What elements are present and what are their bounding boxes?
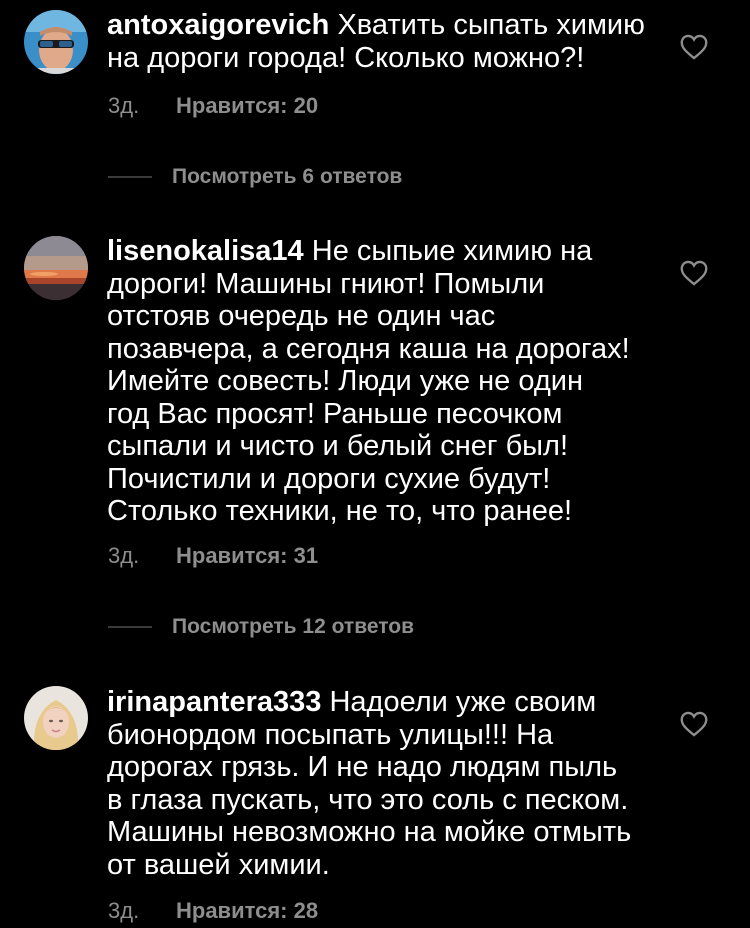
comment-time: 3д.	[108, 543, 140, 568]
comment-body: Не сыпьие химию на дороги! Машины гниют!…	[107, 235, 630, 527]
heart-outline-icon	[680, 34, 708, 60]
user-avatar-sunset-icon	[24, 236, 88, 300]
comment-username[interactable]: antoxaigorevich	[107, 9, 329, 41]
comment-time: 3д.	[108, 898, 140, 923]
user-avatar-portrait-icon	[24, 686, 88, 750]
view-replies-button[interactable]: Посмотреть 6 ответов	[108, 165, 402, 189]
view-replies-label: Посмотреть 12 ответов	[172, 615, 414, 638]
heart-outline-icon	[680, 711, 708, 737]
view-replies-label: Посмотреть 6 ответов	[172, 165, 403, 188]
avatar[interactable]	[24, 236, 88, 300]
heart-outline-icon	[680, 260, 708, 286]
like-button[interactable]	[680, 711, 708, 737]
comment-text: lisenokalisa14 Не сыпьие химию на дороги…	[107, 235, 667, 528]
comment-username[interactable]: irinapantera333	[107, 686, 321, 718]
user-avatar-sunglasses-icon	[24, 10, 88, 74]
comment-text: antoxaigorevich Хватить сыпать химию на …	[107, 9, 667, 74]
comment-meta: 3д. Нравится: 20	[108, 93, 318, 119]
comment-username[interactable]: lisenokalisa14	[107, 235, 304, 267]
replies-divider	[108, 176, 152, 178]
view-replies-button[interactable]: Посмотреть 12 ответов	[108, 615, 414, 639]
avatar[interactable]	[24, 10, 88, 74]
comment-meta: 3д. Нравится: 28	[108, 898, 318, 924]
comment-time: 3д.	[108, 93, 140, 118]
likes-count[interactable]: Нравится: 31	[176, 543, 318, 569]
comment-text: irinapantera333 Надоели уже своим бионор…	[107, 686, 667, 881]
likes-count[interactable]: Нравится: 20	[176, 93, 318, 119]
like-button[interactable]	[680, 260, 708, 286]
avatar[interactable]	[24, 686, 88, 750]
replies-divider	[108, 626, 152, 628]
like-button[interactable]	[680, 34, 708, 60]
comment-meta: 3д. Нравится: 31	[108, 543, 318, 569]
likes-count[interactable]: Нравится: 28	[176, 898, 318, 924]
